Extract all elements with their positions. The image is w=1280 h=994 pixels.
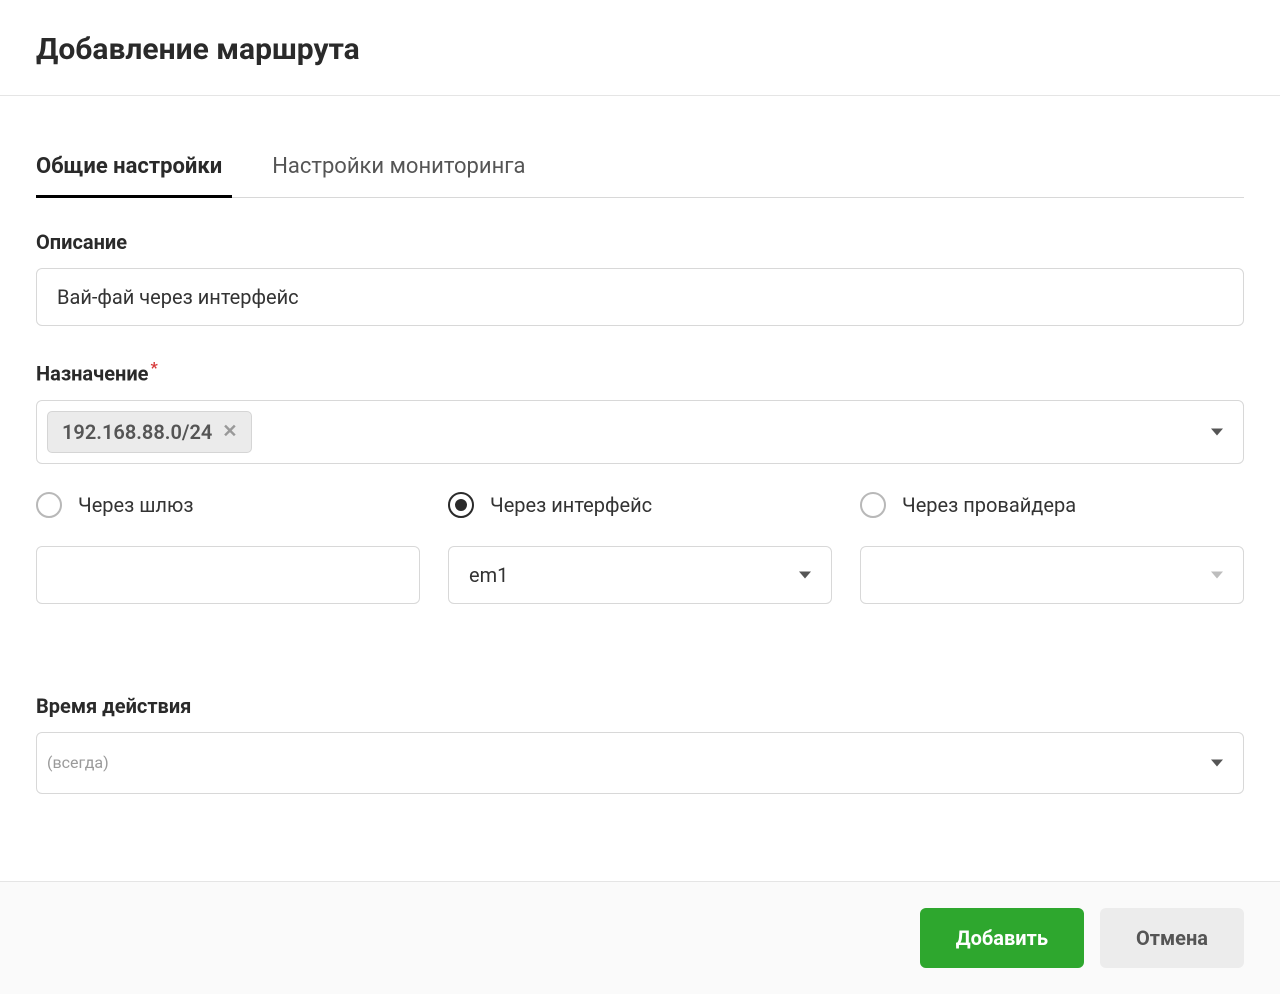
radio-icon xyxy=(36,492,62,518)
via-interface-select[interactable]: em1 xyxy=(448,546,832,604)
via-radio-row: Через шлюз Через интерфейс em1 Через про… xyxy=(36,492,1244,604)
via-interface-value: em1 xyxy=(469,563,508,587)
chevron-down-icon xyxy=(799,571,811,578)
cancel-button[interactable]: Отмена xyxy=(1100,908,1244,968)
submit-button[interactable]: Добавить xyxy=(920,908,1084,968)
destination-select[interactable]: 192.168.88.0/24 ✕ xyxy=(36,400,1244,464)
footer: Добавить Отмена xyxy=(0,881,1280,994)
via-provider-label: Через провайдера xyxy=(902,493,1076,517)
via-gateway-input[interactable] xyxy=(36,546,420,604)
description-input[interactable] xyxy=(36,268,1244,326)
via-gateway-col: Через шлюз xyxy=(36,492,448,604)
page-header: Добавление маршрута xyxy=(0,0,1280,96)
via-interface-label: Через интерфейс xyxy=(490,493,652,517)
page-title: Добавление маршрута xyxy=(36,32,1244,67)
time-group: Время действия (всегда) xyxy=(36,694,1244,794)
required-asterisk-icon: * xyxy=(150,358,157,377)
description-label: Описание xyxy=(36,230,1244,254)
content-area: Общие настройки Настройки мониторинга Оп… xyxy=(0,136,1280,794)
destination-label: Назначение* xyxy=(36,358,1244,386)
via-provider-col: Через провайдера xyxy=(860,492,1244,604)
time-select[interactable]: (всегда) xyxy=(36,732,1244,794)
time-placeholder: (всегда) xyxy=(47,753,109,772)
via-gateway-label: Через шлюз xyxy=(78,493,193,517)
chevron-down-icon xyxy=(1211,571,1223,578)
via-provider-radio[interactable]: Через провайдера xyxy=(860,492,1244,518)
chevron-down-icon xyxy=(1211,759,1223,766)
chevron-down-icon xyxy=(1211,428,1223,435)
time-label: Время действия xyxy=(36,694,1244,718)
description-group: Описание xyxy=(36,230,1244,326)
via-interface-radio[interactable]: Через интерфейс xyxy=(448,492,832,518)
via-interface-col: Через интерфейс em1 xyxy=(448,492,860,604)
destination-label-text: Назначение xyxy=(36,362,148,386)
tab-monitoring[interactable]: Настройки мониторинга xyxy=(272,136,525,197)
tabs: Общие настройки Настройки мониторинга xyxy=(36,136,1244,198)
via-provider-select[interactable] xyxy=(860,546,1244,604)
destination-tag: 192.168.88.0/24 ✕ xyxy=(47,411,252,453)
radio-icon xyxy=(860,492,886,518)
destination-group: Назначение* 192.168.88.0/24 ✕ xyxy=(36,358,1244,464)
radio-icon xyxy=(448,492,474,518)
tab-general[interactable]: Общие настройки xyxy=(36,136,222,197)
via-gateway-radio[interactable]: Через шлюз xyxy=(36,492,420,518)
destination-tag-text: 192.168.88.0/24 xyxy=(62,420,212,444)
close-icon[interactable]: ✕ xyxy=(222,423,237,441)
